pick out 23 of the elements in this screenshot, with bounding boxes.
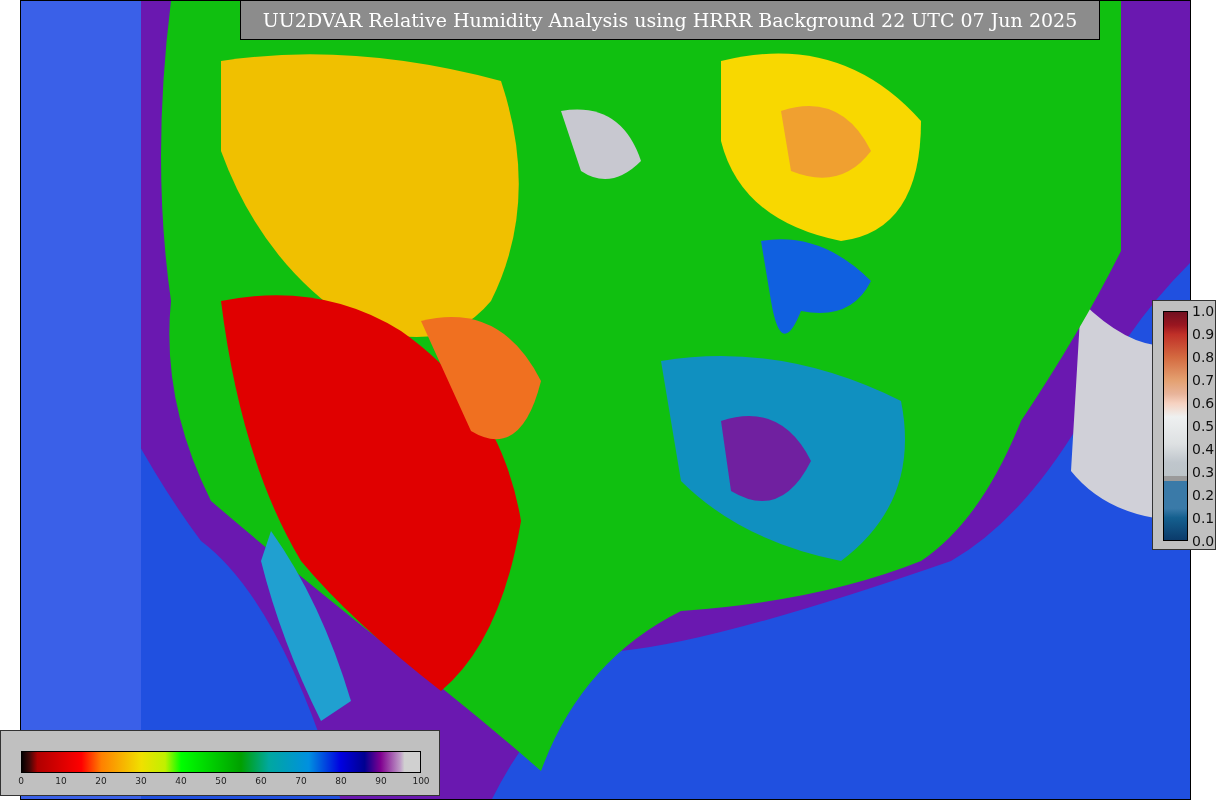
tick-label: 0.7 xyxy=(1192,373,1215,387)
tick-label: 50 xyxy=(215,777,227,786)
tick-label: 0.8 xyxy=(1192,350,1215,364)
tick-label: 0.6 xyxy=(1192,396,1215,410)
map-title: UU2DVAR Relative Humidity Analysis using HRRR Background 22 UTC 07 Jun 2025 xyxy=(240,0,1100,40)
tick-label: 90 xyxy=(375,777,387,786)
tick-label: 0 xyxy=(18,777,24,786)
tick-label: 80 xyxy=(335,777,347,786)
tick-label: 0.1 xyxy=(1192,511,1215,525)
tick-label: 0.9 xyxy=(1192,327,1215,341)
tick-label: 0.2 xyxy=(1192,488,1215,502)
tick-label: 70 xyxy=(295,777,307,786)
tick-label: 100 xyxy=(412,777,430,786)
tick-label: 0.3 xyxy=(1192,465,1215,479)
tick-label: 1.0 xyxy=(1192,304,1215,318)
tick-label: 30 xyxy=(135,777,147,786)
tick-label: 0.5 xyxy=(1192,419,1215,433)
tick-label: 60 xyxy=(255,777,267,786)
tick-label: 0.4 xyxy=(1192,442,1215,456)
tick-label: 40 xyxy=(175,777,187,786)
tick-label: 10 xyxy=(55,777,67,786)
tick-label: 20 xyxy=(95,777,107,786)
tick-label: 0.0 xyxy=(1192,534,1215,548)
